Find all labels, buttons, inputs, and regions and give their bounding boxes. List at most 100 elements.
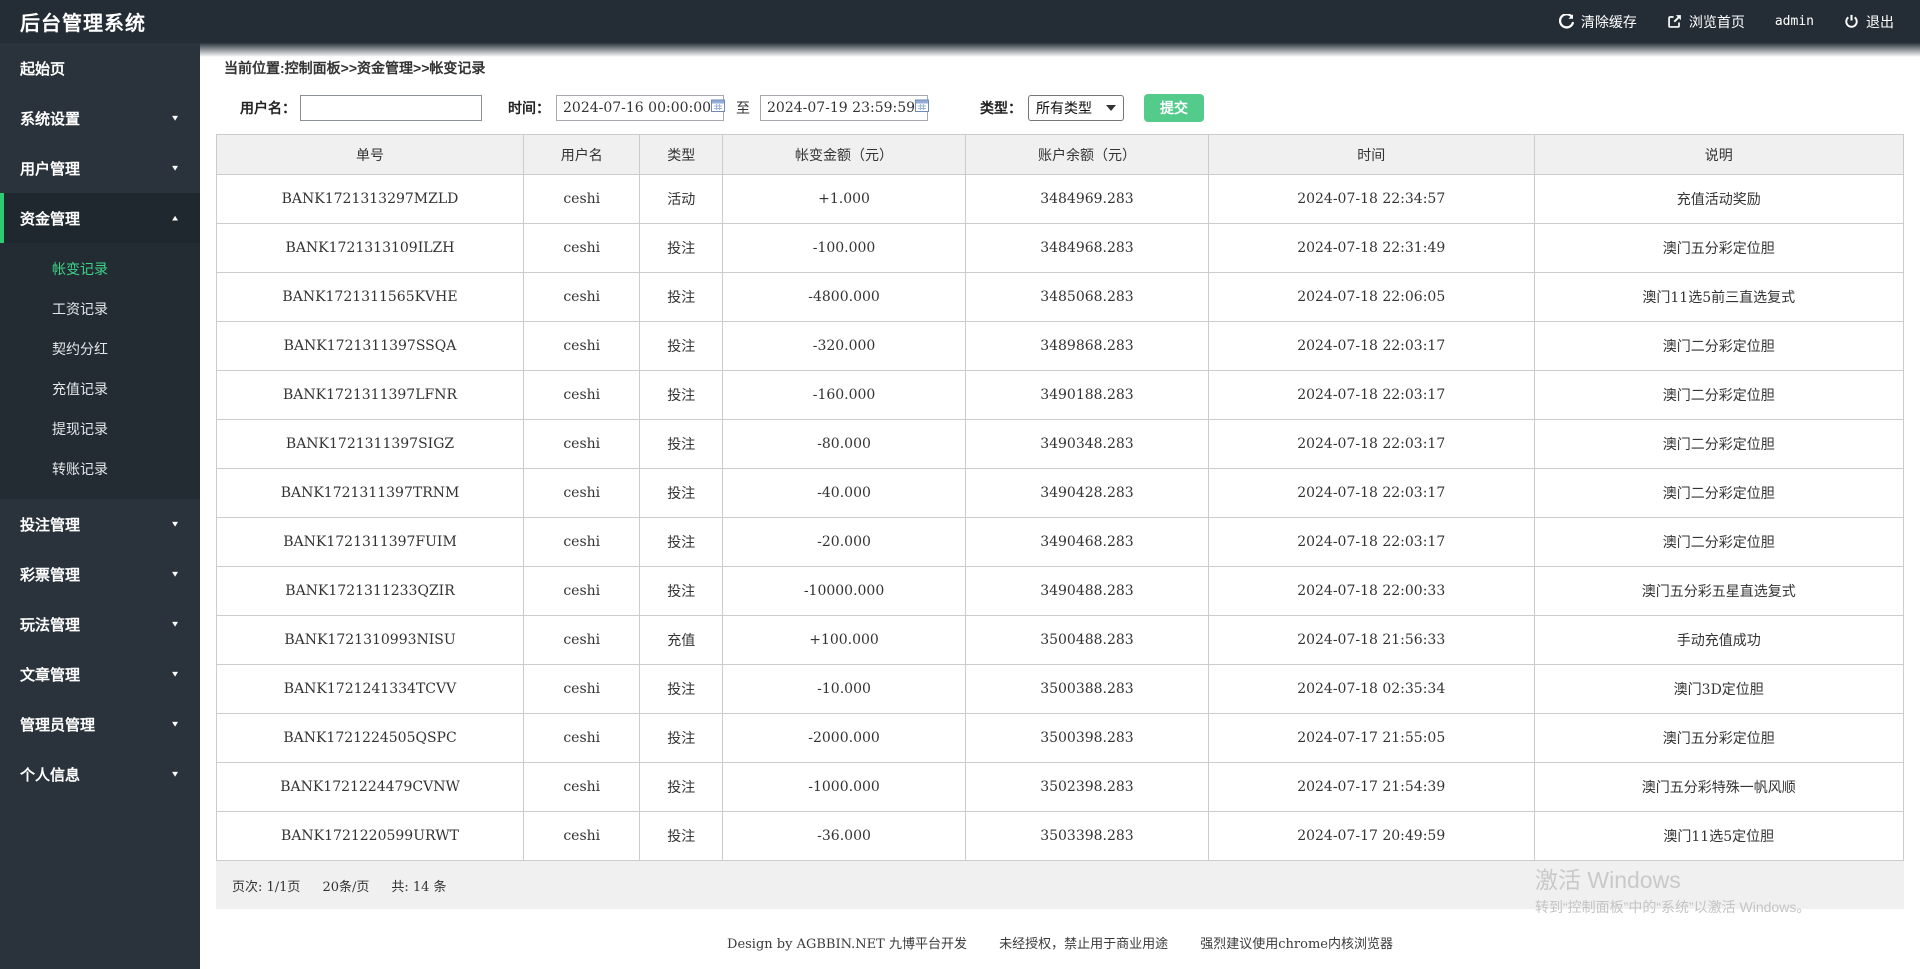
sidebar-item-5[interactable]: 彩票管理 ▼ xyxy=(0,549,200,599)
table-cell: 投注 xyxy=(639,419,724,469)
table-row: BANK1721224505QSPC ceshi 投注 -2000.000 350039… xyxy=(215,713,1904,763)
table-cell: 2024-07-17 21:54:39 xyxy=(1207,762,1535,812)
table-cell: 澳门11选5定位胆 xyxy=(1533,811,1904,861)
sidebar-item-label: 文章管理 xyxy=(20,666,81,684)
sidebar-item-2[interactable]: 用户管理 ▼ xyxy=(0,143,200,193)
table-cell: 投注 xyxy=(639,713,724,763)
sidebar-item-8[interactable]: 管理员管理 ▼ xyxy=(0,699,200,749)
table-cell: ceshi xyxy=(523,615,641,665)
table-cell: ceshi xyxy=(523,713,641,763)
sidebar-subitem[interactable]: 转账记录 xyxy=(0,449,200,489)
table-cell: -2000.000 xyxy=(722,713,966,763)
table-cell: 投注 xyxy=(639,762,724,812)
table-cell: 3489868.283 xyxy=(965,321,1209,371)
table-cell: BANK1721311397TRNM xyxy=(215,468,525,518)
chevron-down-icon: ▼ xyxy=(170,619,180,629)
type-select[interactable]: 所有类型 xyxy=(1028,95,1124,121)
sidebar-subitem[interactable]: 充值记录 xyxy=(0,369,200,409)
table-cell: -36.000 xyxy=(722,811,966,861)
table-cell: 3485068.283 xyxy=(965,272,1209,322)
footer-license: 未经授权，禁止用于商业用途 xyxy=(999,937,1169,952)
table-row: BANK1721311397FUIM ceshi 投注 -20.000 3490468.… xyxy=(215,517,1904,567)
table-cell: 投注 xyxy=(639,468,724,518)
sidebar-item-label: 玩法管理 xyxy=(20,616,81,634)
table-cell: 3502398.283 xyxy=(965,762,1209,812)
external-link-icon xyxy=(1667,14,1682,29)
table-cell: 投注 xyxy=(639,811,724,861)
browse-home-button[interactable]: 浏览首页 xyxy=(1667,12,1745,32)
column-header: 时间 xyxy=(1207,134,1535,175)
table-cell: 活动 xyxy=(639,174,724,224)
sidebar-subitem[interactable]: 提现记录 xyxy=(0,409,200,449)
time-from-input[interactable]: 2024-07-16 00:00:00 xyxy=(556,95,726,121)
table-row: BANK1721310993NISU ceshi 充值 +100.000 3500488… xyxy=(215,615,1904,665)
table-cell: 3490428.283 xyxy=(965,468,1209,518)
sidebar-item-0[interactable]: 起始页 xyxy=(0,43,200,93)
table-cell: -40.000 xyxy=(722,468,966,518)
sidebar-item-7[interactable]: 文章管理 ▼ xyxy=(0,649,200,699)
table-cell: BANK1721311397FUIM xyxy=(215,517,525,567)
sidebar-item-9[interactable]: 个人信息 ▼ xyxy=(0,749,200,799)
page-footer: Design by AGBBIN.NET 九博平台开发 未经授权，禁止用于商业用… xyxy=(216,933,1904,952)
table-cell: -4800.000 xyxy=(722,272,966,322)
username-input[interactable] xyxy=(300,95,482,121)
column-header: 用户名 xyxy=(523,134,641,175)
table-cell: 澳门五分彩定位胆 xyxy=(1533,223,1904,273)
table-cell: 2024-07-18 02:35:34 xyxy=(1207,664,1535,714)
table-cell: 澳门二分彩定位胆 xyxy=(1533,370,1904,420)
sidebar-subitem[interactable]: 工资记录 xyxy=(0,289,200,329)
sidebar-item-6[interactable]: 玩法管理 ▼ xyxy=(0,599,200,649)
topbar-actions: 清除缓存 浏览首页 admin 退出 xyxy=(1558,12,1920,32)
column-header: 单号 xyxy=(215,134,525,175)
table-cell: 澳门二分彩定位胆 xyxy=(1533,468,1904,518)
sidebar-item-1[interactable]: 系统设置 ▼ xyxy=(0,93,200,143)
footer-design: Design by AGBBIN.NET 九博平台开发 xyxy=(727,937,967,952)
submit-button[interactable]: 提交 xyxy=(1144,94,1204,122)
table-row: BANK1721241334TCVV ceshi 投注 -10.000 3500388.… xyxy=(215,664,1904,714)
sidebar: 起始页 系统设置 ▼ 用户管理 ▼ 资金管理 ▲ 帐变记录 工资记录 契约分红 充值记录 提现记录 转账… xyxy=(0,43,200,969)
table-cell: ceshi xyxy=(523,174,641,224)
calendar-icon[interactable] xyxy=(915,99,930,117)
table-row: BANK1721311397SSQA ceshi 投注 -320.000 3489868… xyxy=(215,321,1904,371)
table-cell: BANK1721313297MZLD xyxy=(215,174,525,224)
sidebar-subitem[interactable]: 契约分红 xyxy=(0,329,200,369)
admin-app: 后台管理系统 清除缓存 浏览首页 admin 退出 起始页 系统设置 ▼ 用户管… xyxy=(0,0,1920,969)
time-to-input[interactable]: 2024-07-19 23:59:59 xyxy=(760,95,930,121)
sidebar-item-label: 投注管理 xyxy=(20,516,81,534)
table-cell: ceshi xyxy=(523,419,641,469)
table-cell: 3500388.283 xyxy=(965,664,1209,714)
table-cell: ceshi xyxy=(523,517,641,567)
chevron-up-icon: ▲ xyxy=(170,213,180,223)
table-cell: BANK1721311565KVHE xyxy=(215,272,525,322)
chevron-down-icon: ▼ xyxy=(170,163,180,173)
table-cell: 手动充值成功 xyxy=(1533,615,1904,665)
sidebar-item-label: 彩票管理 xyxy=(20,566,81,584)
table-cell: -80.000 xyxy=(722,419,966,469)
sidebar-item-4[interactable]: 投注管理 ▼ xyxy=(0,499,200,549)
table-cell: BANK1721310993NISU xyxy=(215,615,525,665)
table-cell: -10.000 xyxy=(722,664,966,714)
table-cell: 充值活动奖励 xyxy=(1533,174,1904,224)
calendar-icon[interactable] xyxy=(711,99,726,117)
table-cell: BANK1721311397SIGZ xyxy=(215,419,525,469)
table-cell: ceshi xyxy=(523,664,641,714)
sidebar-item-3[interactable]: 资金管理 ▲ xyxy=(0,193,200,243)
table-cell: -320.000 xyxy=(722,321,966,371)
logout-button[interactable]: 退出 xyxy=(1844,12,1894,32)
app-title: 后台管理系统 xyxy=(20,13,146,35)
table-cell: 3500488.283 xyxy=(965,615,1209,665)
table-cell: BANK1721311397LFNR xyxy=(215,370,525,420)
table-cell: 3490468.283 xyxy=(965,517,1209,567)
table-cell: -160.000 xyxy=(722,370,966,420)
sidebar-item-label: 系统设置 xyxy=(20,110,81,128)
clear-cache-label: 清除缓存 xyxy=(1580,13,1637,30)
clear-cache-button[interactable]: 清除缓存 xyxy=(1558,12,1637,32)
chevron-down-icon: ▼ xyxy=(170,719,180,729)
column-header: 帐变金额（元） xyxy=(722,134,966,175)
breadcrumb: 当前位置:控制面板>>资金管理>>帐变记录 xyxy=(224,60,486,76)
table-cell: 投注 xyxy=(639,321,724,371)
sidebar-subitem[interactable]: 帐变记录 xyxy=(0,249,200,289)
table-cell: 澳门二分彩定位胆 xyxy=(1533,517,1904,567)
table-cell: ceshi xyxy=(523,272,641,322)
refresh-icon xyxy=(1558,14,1574,29)
